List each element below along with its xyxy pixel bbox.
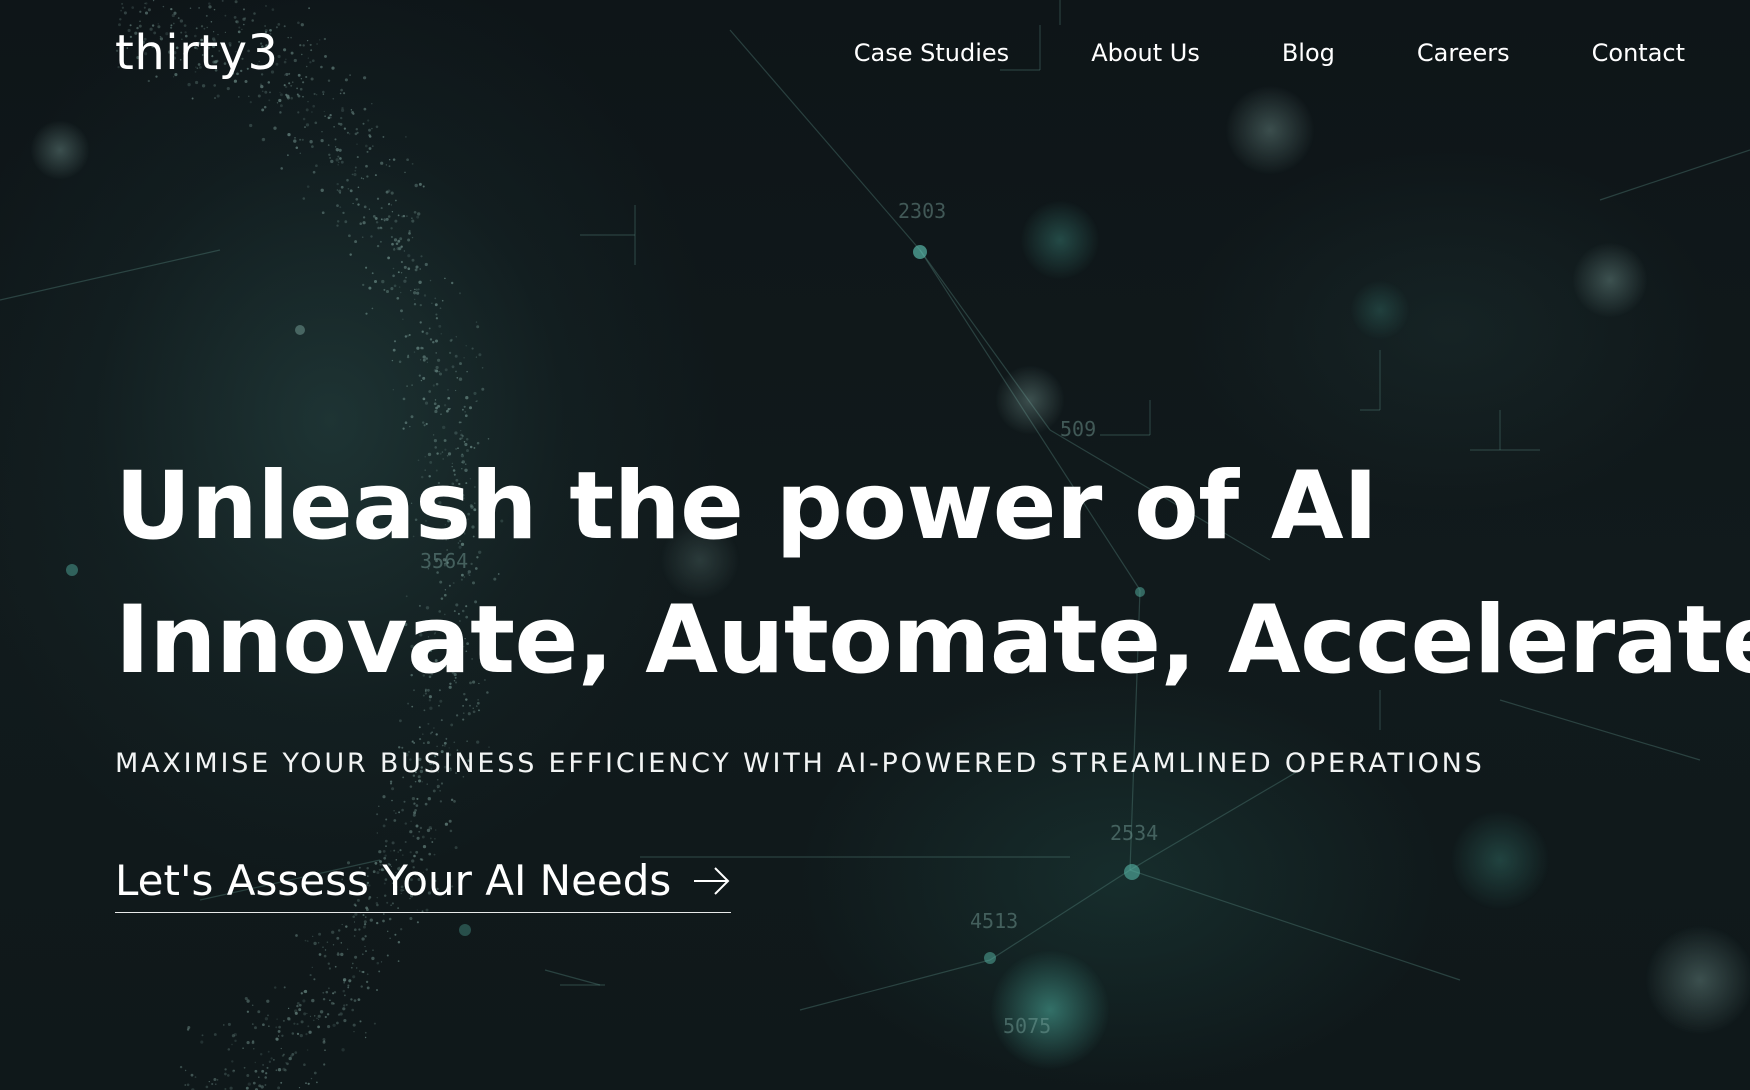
cta-label: Let's Assess Your AI Needs — [115, 856, 672, 905]
nav-item-case-studies[interactable]: Case Studies — [854, 41, 1009, 65]
hero-headline: Unleash the power of AI Innovate, Automa… — [115, 440, 1750, 708]
nav-item-about-us[interactable]: About Us — [1091, 41, 1200, 65]
nav-item-careers[interactable]: Careers — [1417, 41, 1510, 65]
main-nav: Case Studies About Us Blog Careers Conta… — [854, 41, 1685, 65]
bg-number: 2534 — [1110, 821, 1158, 845]
site-header: thirty3 Case Studies About Us Blog Caree… — [115, 22, 1685, 84]
nav-item-contact[interactable]: Contact — [1592, 41, 1685, 65]
bg-number: 2303 — [898, 199, 946, 223]
hero-section: Unleash the power of AI Innovate, Automa… — [115, 440, 1750, 708]
bg-number: 4513 — [970, 909, 1018, 933]
bg-number: 5075 — [1003, 1014, 1051, 1038]
arrow-right-icon — [694, 867, 730, 895]
logo[interactable]: thirty3 — [115, 29, 279, 77]
hero-headline-line-1: Unleash the power of AI — [115, 452, 1378, 561]
bg-number: 509 — [1060, 417, 1096, 441]
assess-ai-needs-link[interactable]: Let's Assess Your AI Needs — [115, 856, 732, 913]
hero-headline-line-2: Innovate, Automate, Accelerate — [115, 586, 1750, 695]
hero-subtitle: MAXIMISE YOUR BUSINESS EFFICIENCY WITH A… — [115, 748, 1485, 779]
nav-item-blog[interactable]: Blog — [1282, 41, 1335, 65]
landing-page: 2303 3564 509 2534 4513 5075 thirty3 Cas… — [0, 0, 1750, 1090]
